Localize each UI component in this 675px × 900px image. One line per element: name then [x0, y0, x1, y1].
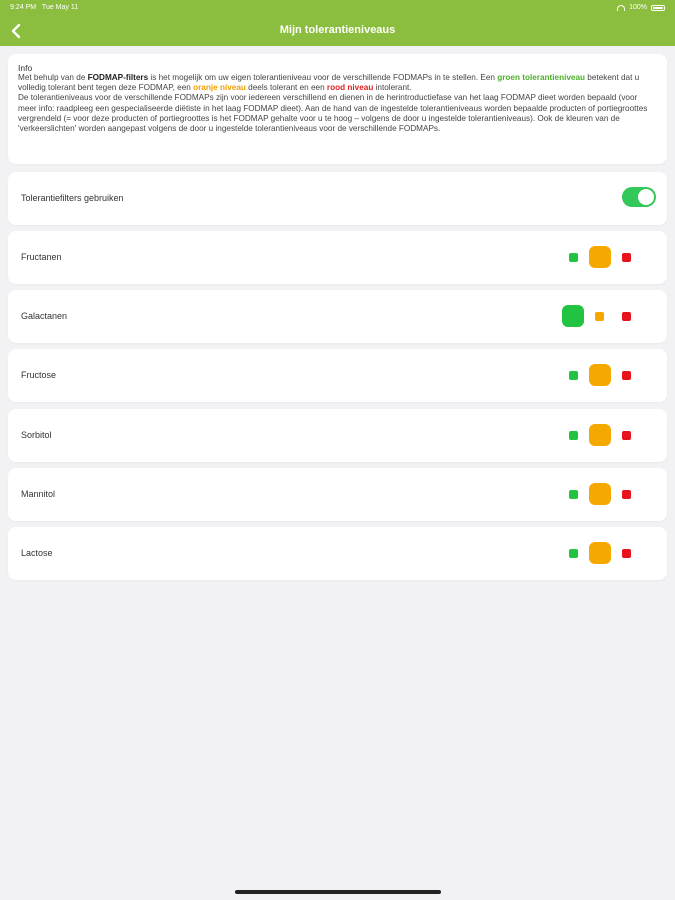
red-level-term: rood niveau: [326, 83, 374, 93]
fodmap-row: Lactose: [8, 527, 667, 580]
info-text-part: intolerant.: [373, 83, 412, 93]
tolerance-level-selector: [563, 409, 653, 462]
tolerance-level-selector: [563, 527, 653, 580]
red-level-button[interactable]: [621, 549, 631, 558]
fodmap-label: Fructanen: [21, 252, 62, 262]
fodmap-row: Galactanen: [8, 290, 667, 343]
info-card: Info Met behulp van de FODMAP-filters is…: [8, 54, 667, 164]
orange-level-button[interactable]: [588, 364, 611, 386]
green-level-button[interactable]: [568, 549, 578, 558]
red-level-button[interactable]: [621, 490, 631, 499]
orange-level-button[interactable]: [595, 312, 604, 321]
orange-level-button[interactable]: [588, 483, 611, 505]
green-level-button[interactable]: [568, 431, 578, 440]
info-text-part: is het mogelijk om uw eigen tolerantieni…: [148, 73, 498, 82]
nav-bar: Mijn tolerantieniveaus: [0, 16, 675, 46]
fodmap-row: Fructose: [8, 349, 667, 402]
green-level-button[interactable]: [568, 371, 578, 380]
info-text-part: Met behulp van de: [18, 73, 88, 82]
info-text-part: deels tolerant en een: [245, 83, 327, 93]
toggle-knob: [638, 189, 654, 205]
fodmap-row: Fructanen: [8, 231, 667, 284]
fodmap-label: Fructose: [21, 370, 57, 380]
orange-level-term: oranje niveau: [193, 83, 246, 93]
green-level-button[interactable]: [562, 305, 584, 327]
tolerance-level-selector: [562, 290, 653, 343]
info-title: Info: [18, 63, 33, 73]
fodmap-row: Sorbitol: [8, 409, 667, 462]
red-level-button[interactable]: [621, 253, 631, 262]
info-text: Met behulp van de FODMAP-filters is het …: [18, 73, 658, 134]
status-time-text: 9:24 PM: [10, 4, 37, 11]
green-level-button[interactable]: [568, 490, 578, 499]
tolerance-level-selector: [563, 349, 653, 402]
fodmap-label: Mannitol: [21, 489, 56, 499]
home-indicator: [235, 890, 441, 894]
red-level-button[interactable]: [621, 312, 631, 321]
orange-level-button[interactable]: [588, 424, 611, 446]
red-level-button[interactable]: [621, 431, 631, 440]
info-text-paragraph: De tolerantieniveaus voor de verschillen…: [18, 93, 648, 134]
orange-level-button[interactable]: [588, 246, 611, 268]
tolerance-level-selector: [563, 468, 653, 521]
tolerance-level-selector: [563, 231, 653, 284]
tolerance-filters-row: Tolerantiefilters gebruiken: [8, 172, 667, 225]
battery-icon: [651, 4, 665, 11]
fodmap-label: Sorbitol: [21, 430, 52, 440]
fodmap-label: Lactose: [21, 548, 53, 558]
fodmap-label: Galactanen: [21, 311, 68, 321]
status-date-text: Tue May 11: [41, 4, 79, 11]
status-bar: 9:24 PM Tue May 11 100%: [0, 0, 675, 16]
status-time: 9:24 PM Tue May 11: [10, 4, 78, 11]
battery-percent: 100%: [629, 4, 647, 11]
wifi-icon: [617, 4, 626, 11]
red-level-button[interactable]: [621, 371, 631, 380]
orange-level-button[interactable]: [588, 542, 611, 564]
green-level-button[interactable]: [568, 253, 578, 262]
page-title: Mijn tolerantieniveaus: [279, 24, 396, 36]
fodmap-filters-term: FODMAP-filters: [87, 73, 149, 82]
tolerance-filters-toggle[interactable]: [622, 187, 656, 207]
tolerance-filters-label: Tolerantiefilters gebruiken: [21, 193, 124, 203]
fodmap-row: Mannitol: [8, 468, 667, 521]
status-right: 100%: [617, 4, 665, 11]
green-level-term: groen tolerantieniveau: [497, 73, 586, 82]
